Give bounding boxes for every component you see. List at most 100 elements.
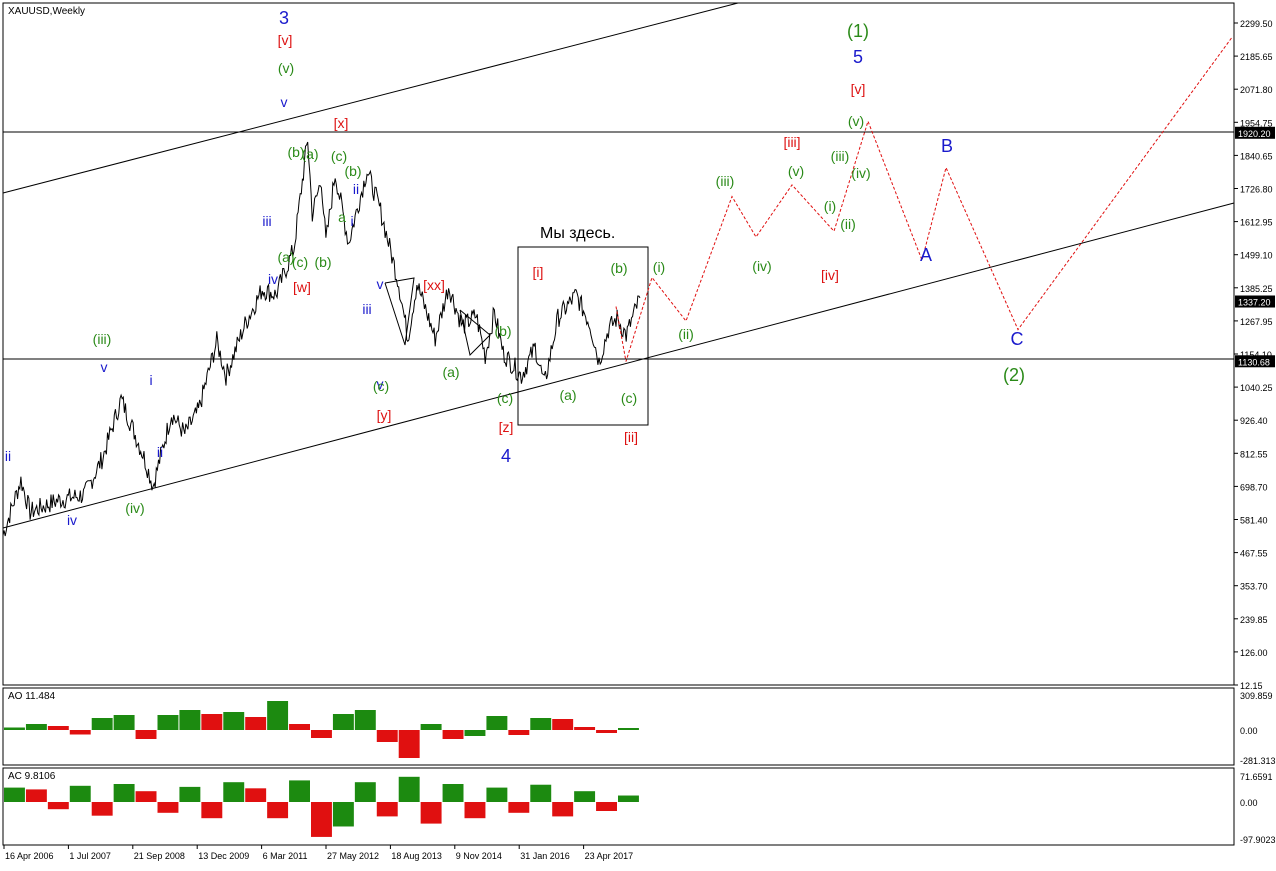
wave-label: [i] — [533, 264, 544, 280]
ac-panel-frame — [2, 767, 1235, 846]
wave-label: (iii) — [831, 148, 850, 164]
price-tick-label: 698.70 — [1240, 482, 1268, 492]
wave-label: (c) — [292, 254, 308, 270]
ac-bar — [4, 787, 25, 802]
ac-bar — [596, 802, 617, 811]
ao-bar — [245, 717, 267, 730]
ao-bar — [4, 727, 25, 730]
ao-bar — [618, 728, 639, 730]
wave-label: 4 — [501, 446, 511, 466]
wave-label: (i) — [653, 259, 665, 275]
ac-bar — [376, 802, 398, 817]
wave-label: (a) — [442, 364, 459, 380]
wave-label: (ii) — [678, 326, 694, 342]
ao-label: AO 11.484 — [8, 691, 56, 702]
ac-bar — [25, 789, 47, 802]
price-tick-label: 1385.25 — [1240, 284, 1273, 294]
ac-bar — [442, 784, 464, 802]
ao-bar — [47, 726, 69, 730]
price-tick-label: 581.40 — [1240, 516, 1268, 526]
wave-label: (a) — [559, 387, 576, 403]
ac-bar — [135, 791, 157, 802]
price-markers: 1920.20 1337.20 1130.68 — [1235, 126, 1275, 368]
price-tick-label: 2299.50 — [1240, 19, 1273, 29]
wave-label: A — [920, 245, 932, 265]
price-tick-label: 1040.25 — [1240, 383, 1273, 393]
wave-label: (v) — [848, 113, 864, 129]
price-tick-label: 1840.65 — [1240, 151, 1273, 161]
ac-bar — [91, 802, 113, 816]
wave-label: ii — [353, 181, 359, 197]
ao-bar — [552, 719, 574, 730]
wave-label: iii — [362, 301, 371, 317]
ao-bar — [223, 712, 245, 730]
wave-label: (a) — [301, 146, 318, 162]
ao-bar — [201, 714, 223, 730]
ao-bar — [398, 730, 420, 758]
ac-bar — [157, 802, 179, 813]
ac-bar — [552, 802, 574, 817]
ac-bar — [464, 802, 486, 819]
wave-label: [v] — [278, 32, 293, 48]
price-tick-label: 1726.80 — [1240, 185, 1273, 195]
wave-label: i — [350, 213, 353, 229]
ao-bar — [442, 730, 464, 739]
wave-label: i — [149, 372, 152, 388]
ac-bar — [332, 802, 354, 827]
price-tick-label: 1612.95 — [1240, 218, 1273, 228]
wave-label: (v) — [278, 60, 294, 76]
ac-tick-label: -97.9023 — [1240, 835, 1276, 845]
ac-bar — [223, 782, 245, 802]
ao-tick-label: 309.859 — [1240, 691, 1273, 701]
price-tick-label: 467.55 — [1240, 549, 1268, 559]
we-are-here-annotation: Мы здесь. — [540, 225, 615, 242]
ac-bar — [618, 795, 639, 802]
ac-bar — [398, 776, 420, 802]
price-chart: 2299.502185.652071.801954.751840.651726.… — [2, 2, 1276, 861]
wave-label: (ii) — [840, 216, 856, 232]
ac-tick-label: 71.6591 — [1240, 772, 1273, 782]
ao-bar — [354, 710, 376, 730]
ao-bar — [179, 710, 201, 730]
wave-label: (b) — [610, 260, 627, 276]
date-axis: 16 Apr 2006 1 Jul 2007 21 Sep 2008 13 Dec 2… — [3, 845, 633, 861]
ac-bar — [47, 802, 69, 810]
ac-bar — [486, 787, 508, 802]
wave-label: [ii] — [624, 429, 638, 445]
wave-label: v — [281, 94, 288, 110]
date-tick-label: 16 Apr 2006 — [5, 851, 54, 861]
wave-label: 3 — [279, 8, 289, 28]
ao-bar — [464, 730, 486, 736]
ac-bar — [311, 802, 332, 837]
wave-label: (iii) — [93, 331, 112, 347]
price-tick-label: 1267.95 — [1240, 317, 1273, 327]
date-tick-label: 31 Jan 2016 — [520, 851, 570, 861]
wave-label: B — [941, 136, 953, 156]
ao-bar — [289, 724, 310, 730]
wave-label: (1) — [847, 21, 869, 41]
price-tick-label: 2185.65 — [1240, 52, 1273, 62]
wave-label: [xx] — [423, 277, 445, 293]
ao-bar — [91, 718, 113, 730]
ac-bar — [354, 782, 376, 802]
ao-bar — [376, 730, 398, 742]
ao-tick-label: -281.313 — [1240, 756, 1276, 766]
wave-label: ii — [5, 448, 11, 464]
price-tick-label: 239.85 — [1240, 615, 1268, 625]
wave-label: (c) — [621, 390, 637, 406]
wave-label: v — [101, 359, 108, 375]
wave-label: (iv) — [752, 258, 771, 274]
wave-label: (v) — [788, 163, 804, 179]
wave-label: [x] — [334, 115, 349, 131]
ac-bar — [245, 788, 267, 802]
price-tick-label: 2071.80 — [1240, 85, 1273, 95]
ac-bar — [530, 784, 552, 802]
date-tick-label: 18 Aug 2013 — [391, 851, 442, 861]
ac-label: AC 9.8106 — [8, 771, 56, 782]
date-tick-label: 9 Nov 2014 — [456, 851, 502, 861]
ao-bar — [69, 730, 91, 735]
wave-label: [iv] — [821, 267, 839, 283]
wave-label: (c) — [373, 378, 389, 394]
ac-bar — [179, 786, 201, 802]
wave-label: (iv) — [851, 165, 870, 181]
